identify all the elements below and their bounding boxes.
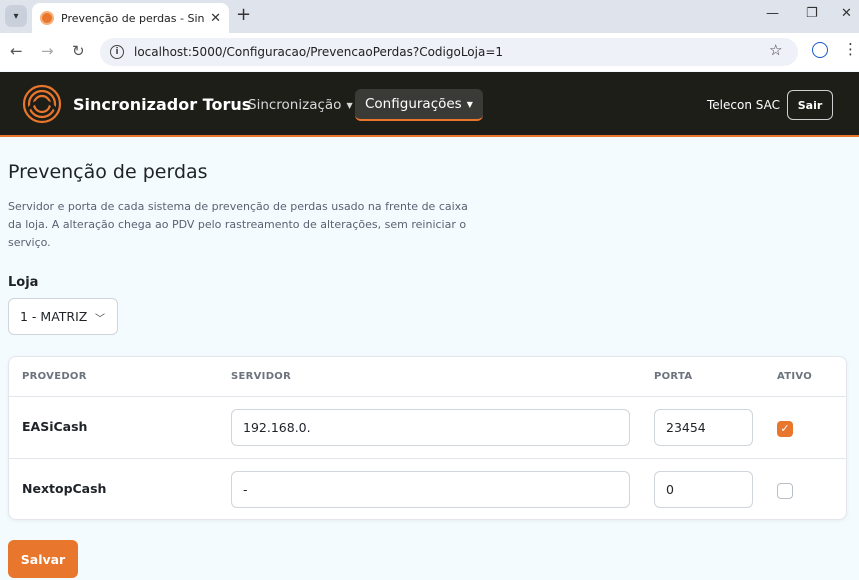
page-description: Servidor e porta de cada sistema de prev… bbox=[8, 200, 468, 249]
nav-menu-configuracoes[interactable]: Configurações ▼ bbox=[355, 89, 483, 121]
browser-tabbar: ▾ Prevenção de perdas - Sincroni ✕ + — ❐… bbox=[0, 0, 859, 33]
site-info-icon[interactable]: i bbox=[110, 45, 124, 59]
chevron-down-icon: ﹀ bbox=[95, 314, 105, 325]
header-active: ATIVO bbox=[777, 371, 813, 382]
tab-title: Prevenção de perdas - Sincroni bbox=[61, 11, 205, 25]
server-input[interactable] bbox=[231, 409, 630, 446]
store-select[interactable]: 1 - MATRIZ ﹀ bbox=[8, 298, 118, 335]
provider-name: EASiCash bbox=[22, 419, 88, 434]
store-label: Loja bbox=[8, 275, 39, 290]
server-input[interactable] bbox=[231, 471, 630, 508]
active-checkbox[interactable]: ✓ bbox=[777, 421, 793, 437]
browser-menu-icon[interactable]: ⋮ bbox=[843, 40, 858, 58]
close-tab-icon[interactable]: ✕ bbox=[210, 11, 221, 26]
port-input[interactable] bbox=[654, 409, 753, 446]
header-port: PORTA bbox=[654, 371, 693, 382]
url-path: :5000/Configuracao/PrevencaoPerdas?Codig… bbox=[187, 45, 504, 59]
profile-icon[interactable] bbox=[812, 42, 828, 58]
caret-down-icon: ▼ bbox=[346, 100, 353, 110]
address-bar[interactable]: i localhost:5000/Configuracao/PrevencaoP… bbox=[100, 38, 798, 66]
logout-button[interactable]: Sair bbox=[787, 90, 833, 120]
nav-menu-configuracoes-label: Configurações bbox=[365, 96, 462, 112]
save-button[interactable]: Salvar bbox=[8, 540, 78, 578]
brand-name[interactable]: Sincronizador Torus bbox=[73, 95, 251, 114]
provider-name: NextopCash bbox=[22, 481, 107, 496]
bookmark-star-icon[interactable]: ☆ bbox=[769, 41, 782, 59]
header-server: SERVIDOR bbox=[231, 371, 292, 382]
restore-icon[interactable]: ❐ bbox=[806, 6, 818, 21]
tab-search-icon[interactable]: ▾ bbox=[5, 5, 27, 27]
nav-menu-sincronizacao[interactable]: Sincronização ▼ bbox=[238, 89, 363, 121]
brand-logo-icon bbox=[22, 84, 62, 124]
browser-tab[interactable]: Prevenção de perdas - Sincroni ✕ bbox=[32, 3, 229, 33]
app-navbar: Sincronizador Torus Sincronização ▼ Conf… bbox=[0, 72, 859, 137]
new-tab-icon[interactable]: + bbox=[236, 4, 251, 25]
table-header: PROVEDOR SERVIDOR PORTA ATIVO bbox=[9, 357, 846, 397]
user-name: Telecon SAC bbox=[707, 98, 780, 112]
url-host: localhost bbox=[134, 45, 188, 59]
nav-menu-sincronizacao-label: Sincronização bbox=[248, 97, 342, 113]
header-provider: PROVEDOR bbox=[22, 371, 87, 382]
reload-icon[interactable]: ↻ bbox=[72, 42, 85, 60]
active-checkbox[interactable] bbox=[777, 483, 793, 499]
back-icon[interactable]: ← bbox=[10, 42, 23, 60]
favicon-icon bbox=[40, 11, 54, 25]
page-title: Prevenção de perdas bbox=[8, 161, 208, 183]
store-select-value: 1 - MATRIZ bbox=[20, 309, 88, 324]
table-row: NextopCash bbox=[9, 459, 846, 519]
browser-toolbar: ← → ↻ i localhost:5000/Configuracao/Prev… bbox=[0, 33, 859, 71]
port-input[interactable] bbox=[654, 471, 753, 508]
url-text: localhost:5000/Configuracao/PrevencaoPer… bbox=[134, 45, 503, 59]
forward-icon[interactable]: → bbox=[41, 42, 54, 60]
providers-table: PROVEDOR SERVIDOR PORTA ATIVO EASiCash ✓… bbox=[8, 356, 847, 520]
close-window-icon[interactable]: ✕ bbox=[841, 6, 852, 21]
minimize-icon[interactable]: — bbox=[766, 6, 779, 21]
caret-down-icon: ▼ bbox=[466, 99, 473, 109]
table-row: EASiCash ✓ bbox=[9, 397, 846, 459]
